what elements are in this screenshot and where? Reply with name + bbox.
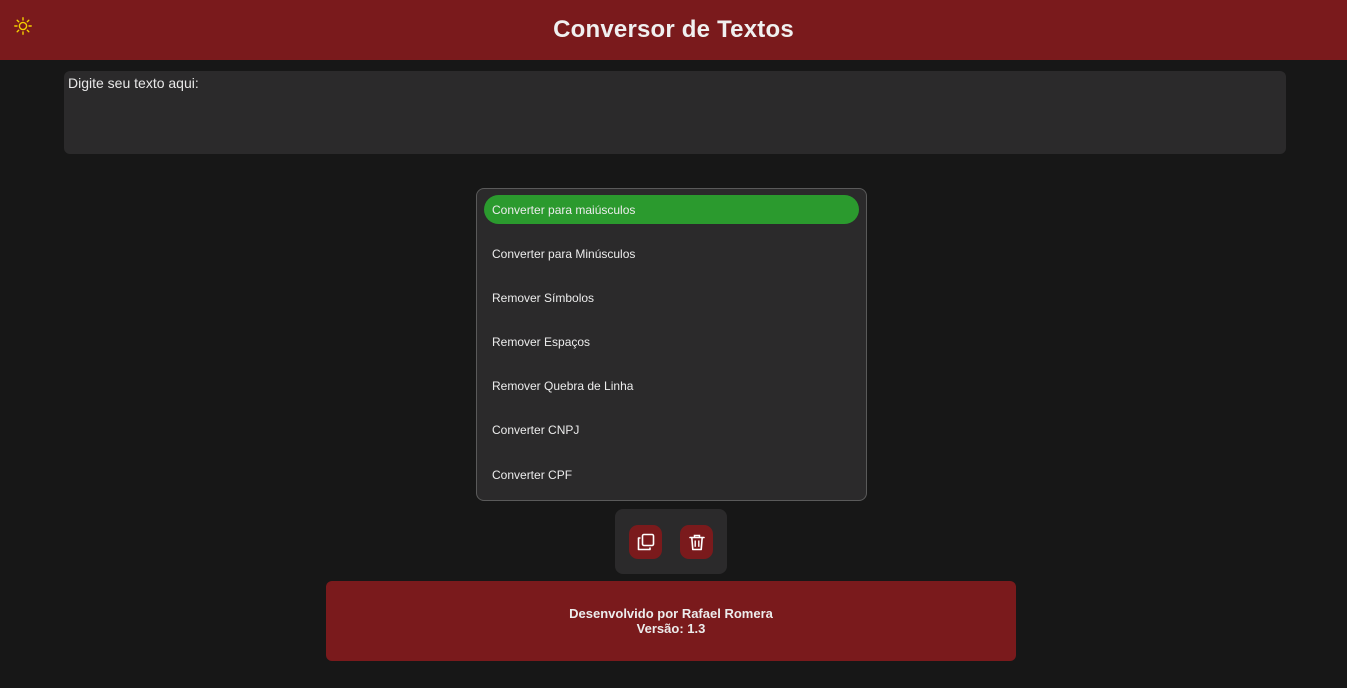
option-convert-cpf[interactable]: Converter CPF [484,460,859,489]
copy-icon [637,533,654,551]
theme-toggle-button[interactable] [12,15,34,37]
clear-button[interactable] [680,525,713,559]
actions-toolbar [615,509,727,574]
copy-button[interactable] [629,525,662,559]
option-uppercase[interactable]: Converter para maiúsculos [484,195,859,224]
option-remove-line-breaks[interactable]: Remover Quebra de Linha [484,372,859,401]
app-footer: Desenvolvido por Rafael Romera Versão: 1… [326,581,1016,661]
developer-credit: Desenvolvido por Rafael Romera [569,606,773,621]
app-header: Conversor de Textos [0,0,1347,60]
trash-icon [688,534,705,550]
option-remove-symbols[interactable]: Remover Símbolos [484,283,859,312]
conversion-options-list: Converter para maiúsculos Converter para… [476,188,867,501]
text-input[interactable] [64,71,1286,154]
version-label: Versão: 1.3 [636,621,706,636]
sun-icon [14,17,32,35]
option-convert-cnpj[interactable]: Converter CNPJ [484,416,859,445]
option-lowercase[interactable]: Converter para Minúsculos [484,239,859,268]
option-remove-spaces[interactable]: Remover Espaços [484,328,859,357]
page-title: Conversor de Textos [553,16,794,43]
